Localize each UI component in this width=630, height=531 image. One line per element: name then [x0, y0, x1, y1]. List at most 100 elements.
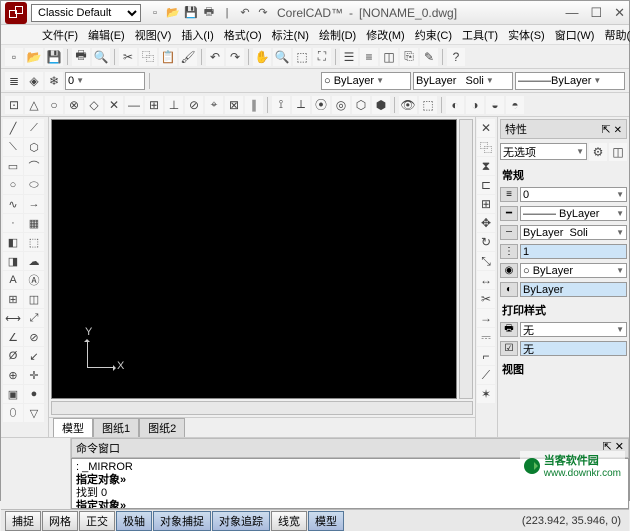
polyline-icon[interactable]: ⟍ [3, 138, 23, 156]
prop-lweight[interactable]: ——— ByLayer▼ [520, 206, 627, 221]
new-icon[interactable]: ▫ [147, 5, 163, 21]
props-close-icon[interactable]: ✕ [614, 125, 622, 136]
ellipse-icon[interactable]: ⬭ [24, 176, 44, 194]
prop-transparency[interactable]: ByLayer [520, 282, 627, 297]
menu-entity[interactable]: 实体(S) [505, 26, 548, 44]
gradient-icon[interactable]: ◨ [3, 252, 23, 270]
arc-icon[interactable]: ⌒ [24, 157, 44, 175]
menu-annotate[interactable]: 标注(N) [269, 26, 312, 44]
mirror-icon[interactable]: ⧗ [477, 157, 495, 175]
osnap-center-icon[interactable]: ○ [45, 96, 63, 114]
erase-icon[interactable]: ✕ [477, 119, 495, 137]
tab-layout1[interactable]: 图纸1 [93, 418, 139, 437]
quickselect-icon[interactable]: ⚙ [589, 143, 607, 161]
point-icon[interactable]: · [3, 214, 23, 232]
prop-plottable[interactable]: 无 [520, 341, 627, 356]
osnap-mid-icon[interactable]: △ [25, 96, 43, 114]
constraint5-icon[interactable]: ⬡ [352, 96, 370, 114]
osnap-perp-icon[interactable]: ⊥ [165, 96, 183, 114]
menu-insert[interactable]: 插入(I) [178, 26, 216, 44]
dimalign-icon[interactable]: ⤢ [24, 309, 44, 327]
layer-dropdown[interactable]: 0 ▼ [65, 72, 145, 90]
shade-icon[interactable]: ◒ [486, 96, 504, 114]
new-doc-icon[interactable]: ▫ [5, 48, 23, 66]
preview-icon[interactable]: 🔍 [92, 48, 110, 66]
menu-edit[interactable]: 编辑(E) [85, 26, 128, 44]
redo-icon[interactable]: ↷ [226, 48, 244, 66]
redo-icon[interactable]: ↷ [255, 5, 271, 21]
explode-icon[interactable]: ✶ [477, 385, 495, 403]
3dsphere-icon[interactable]: ● [24, 385, 44, 403]
undo-icon[interactable]: ↶ [206, 48, 224, 66]
osnap-par-icon[interactable]: ∥ [245, 96, 263, 114]
save-icon[interactable]: 💾 [183, 5, 199, 21]
status-osnap[interactable]: 对象捕捉 [153, 511, 211, 531]
constraint-icon[interactable]: ⟟ [272, 96, 290, 114]
stretch-icon[interactable]: ↔ [477, 271, 495, 289]
xref-icon[interactable]: ⎘ [400, 48, 418, 66]
fillet-icon[interactable]: ⌐ [477, 347, 495, 365]
revcloud-icon[interactable]: ☁ [24, 252, 44, 270]
osnap-ext-icon[interactable]: — [125, 96, 143, 114]
osnap-ins-icon[interactable]: ⊞ [145, 96, 163, 114]
prop-ltype[interactable]: ByLayer Soli▼ [520, 225, 627, 240]
dimlinear-icon[interactable]: ⟷ [3, 309, 23, 327]
paste-icon[interactable]: 📋 [159, 48, 177, 66]
lineweight-dropdown[interactable]: ———ByLayer▼ [515, 72, 625, 90]
zoom-icon[interactable]: 🔍 [273, 48, 291, 66]
mtext-icon[interactable]: Ⓐ [24, 271, 44, 289]
menu-help[interactable]: 帮助(H) [601, 26, 630, 44]
print-icon[interactable]: 🖶 [201, 5, 217, 21]
menu-modify[interactable]: 修改(M) [363, 26, 408, 44]
menu-file[interactable]: 文件(F) [39, 26, 81, 44]
constraint3-icon[interactable]: ⦿ [312, 96, 330, 114]
dimang-icon[interactable]: ∠ [3, 328, 23, 346]
leader-icon[interactable]: ↙ [24, 347, 44, 365]
hide-icon[interactable]: ◑ [466, 96, 484, 114]
prop-plotstyle[interactable]: 无▼ [520, 322, 627, 337]
zoom-window-icon[interactable]: ⬚ [293, 48, 311, 66]
3dcyl-icon[interactable]: ⬯ [3, 404, 23, 422]
properties-icon[interactable]: ☰ [340, 48, 358, 66]
menu-view[interactable]: 视图(V) [132, 26, 175, 44]
minimize-button[interactable]: — [565, 5, 578, 21]
copy-obj-icon[interactable]: ⿻ [477, 138, 495, 156]
linetype-dropdown[interactable]: ByLayer Soli▼ [413, 72, 513, 90]
tab-model[interactable]: 模型 [53, 418, 93, 437]
layer-manager-icon[interactable]: ≣ [5, 72, 23, 90]
tab-layout2[interactable]: 图纸2 [139, 418, 185, 437]
prop-ltscale[interactable]: 1 [520, 244, 627, 259]
vertical-scrollbar[interactable] [459, 119, 473, 399]
status-grid[interactable]: 网格 [42, 511, 78, 531]
3dbox-icon[interactable]: ▣ [3, 385, 23, 403]
status-model[interactable]: 模型 [308, 511, 344, 531]
color-dropdown[interactable]: ○ ByLayer▼ [321, 72, 411, 90]
construction-icon[interactable]: ⟋ [24, 119, 44, 137]
break-icon[interactable]: ⎓ [477, 328, 495, 346]
status-otrack[interactable]: 对象追踪 [212, 511, 270, 531]
line-icon[interactable]: ╱ [3, 119, 23, 137]
circle-icon[interactable]: ○ [3, 176, 23, 194]
boundary-icon[interactable]: ⬚ [24, 233, 44, 251]
osnap-quad-icon[interactable]: ◇ [85, 96, 103, 114]
pickobj-icon[interactable]: ◫ [609, 143, 627, 161]
menu-tools[interactable]: 工具(T) [459, 26, 501, 44]
save-doc-icon[interactable]: 💾 [45, 48, 63, 66]
print-icon[interactable]: 🖶 [72, 48, 90, 66]
help-icon[interactable]: ? [447, 48, 465, 66]
chamfer-icon[interactable]: ⟋ [477, 366, 495, 384]
osnap-near-icon[interactable]: ⌖ [205, 96, 223, 114]
drawing-viewport[interactable]: Y X [51, 119, 457, 399]
brush-icon[interactable]: 🖌 [179, 48, 197, 66]
constraint4-icon[interactable]: ◎ [332, 96, 350, 114]
horizontal-scrollbar[interactable] [51, 401, 473, 415]
prop-color[interactable]: ○ ByLayer▼ [520, 263, 627, 278]
polygon-icon[interactable]: ⬡ [24, 138, 44, 156]
copy-icon[interactable]: ⿻ [139, 48, 157, 66]
menu-format[interactable]: 格式(O) [221, 26, 265, 44]
offset-icon[interactable]: ⊏ [477, 176, 495, 194]
status-ortho[interactable]: 正交 [79, 511, 115, 531]
zoom-extents-icon[interactable]: ⛶ [313, 48, 331, 66]
close-button[interactable]: ✕ [614, 5, 625, 21]
spline-icon[interactable]: ∿ [3, 195, 23, 213]
